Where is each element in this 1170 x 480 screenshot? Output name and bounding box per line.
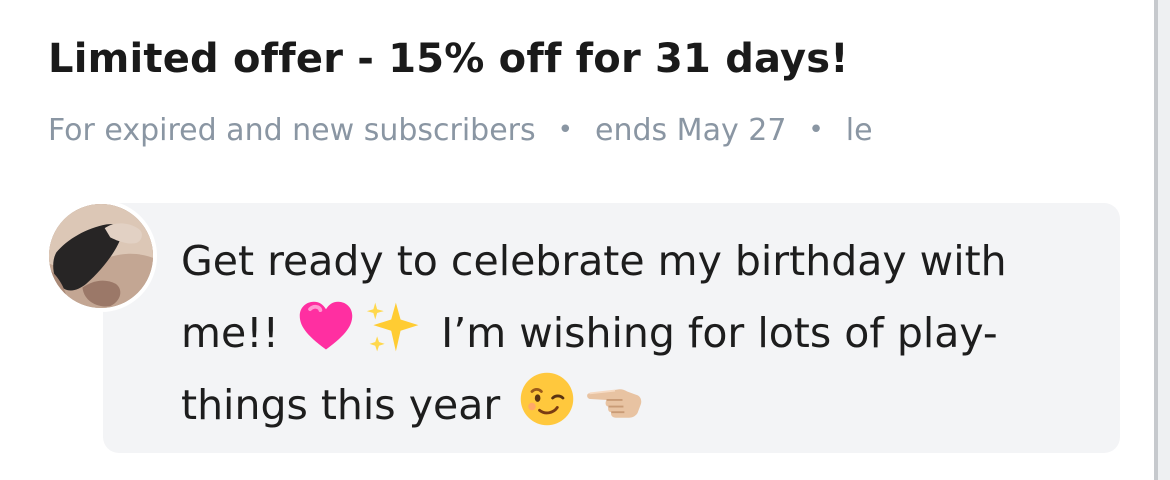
sparkles-icon: [364, 297, 424, 357]
offer-panel: Limited offer - 15% off for 31 days! For…: [0, 0, 1150, 480]
offer-title: Limited offer - 15% off for 31 days!: [48, 36, 849, 82]
offer-meta: For expired and new subscribers • ends M…: [48, 108, 928, 152]
offer-remaining: le: [845, 112, 873, 148]
scrollbar[interactable]: [1154, 0, 1170, 480]
offer-audience: For expired and new subscribers: [48, 112, 536, 148]
meta-separator: •: [808, 115, 824, 145]
message-bubble: Get ready to celebrate my birthday with …: [103, 203, 1120, 453]
offer-message: Get ready to celebrate my birthday with …: [181, 225, 1081, 441]
pink-heart-icon: [296, 297, 356, 357]
avatar[interactable]: [45, 200, 157, 312]
meta-separator: •: [557, 115, 573, 145]
pointing-left-hand-icon: [585, 369, 645, 429]
offer-end-date: ends May 27: [595, 112, 787, 148]
winking-face-icon: [517, 369, 577, 429]
